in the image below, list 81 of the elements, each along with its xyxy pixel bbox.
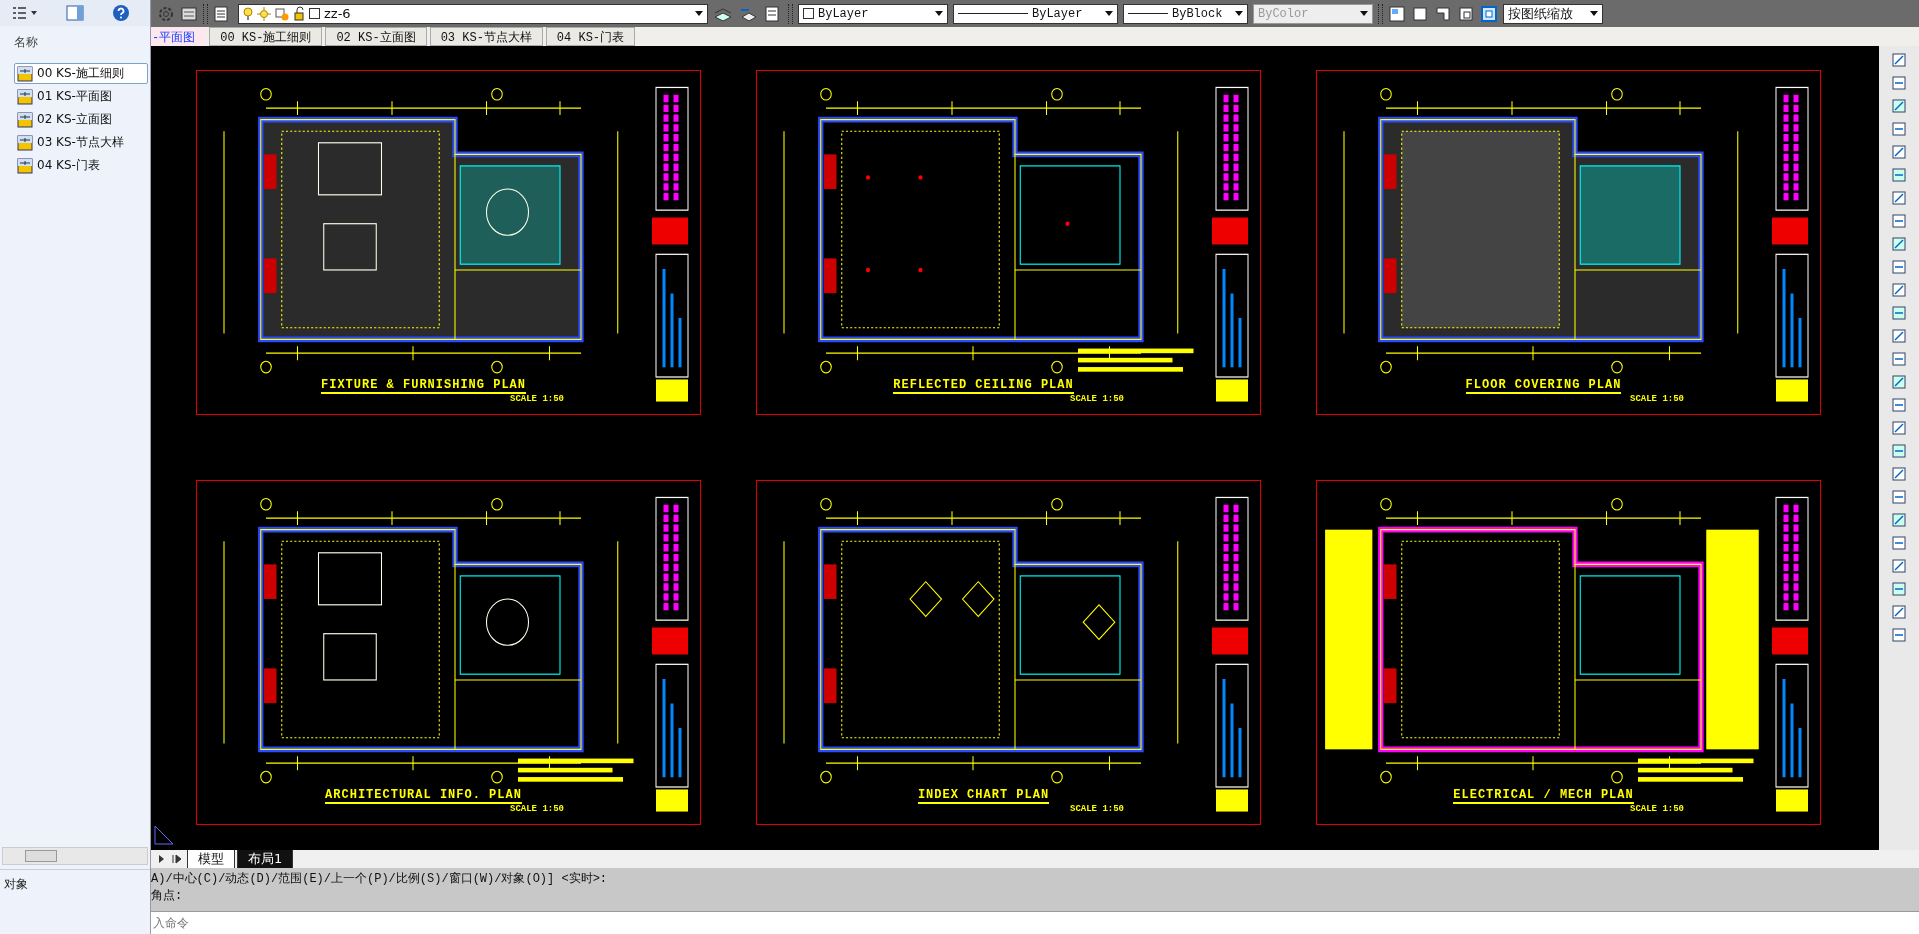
command-line-text: 角点: <box>151 888 184 904</box>
file-item[interactable]: 04 KS-门表 <box>14 155 148 176</box>
tool-icon[interactable] <box>1891 558 1907 574</box>
layer-dropdown[interactable]: zz-6 <box>238 3 708 24</box>
tool-icon[interactable] <box>1891 121 1907 137</box>
tool-icon[interactable] <box>1891 535 1907 551</box>
tool-icon[interactable] <box>1891 305 1907 321</box>
lightbulb-icon <box>243 5 253 22</box>
settings-icon[interactable] <box>157 4 175 23</box>
tool-icon[interactable] <box>1891 351 1907 367</box>
sheet-title: INDEX CHART PLAN <box>917 788 1050 804</box>
tool-icon[interactable] <box>1891 420 1907 436</box>
file-tab[interactable]: 00 KS-施工细则 <box>209 27 323 46</box>
drawing-file-icon <box>17 65 33 82</box>
tool-icon[interactable] <box>1891 236 1907 252</box>
tool-icon[interactable] <box>1891 259 1907 275</box>
sheet-title: FLOOR COVERING PLAN <box>1465 378 1622 394</box>
tool-icon[interactable] <box>1891 190 1907 206</box>
scale-label: SCALE 1:50 <box>1630 394 1684 404</box>
file-item[interactable]: 03 KS-节点大样 <box>14 132 148 153</box>
tool-icon[interactable] <box>1891 512 1907 528</box>
file-tab[interactable]: 03 KS-节点大样 <box>429 27 543 46</box>
lineweight-dropdown[interactable]: ByBlock <box>1123 3 1248 24</box>
scale-label: SCALE 1:50 <box>510 394 564 404</box>
panel-icon[interactable] <box>66 5 84 21</box>
horizontal-scrollbar[interactable] <box>2 847 148 865</box>
tool-icon[interactable] <box>1891 397 1907 413</box>
ucs-axis-icon <box>153 824 175 846</box>
file-item[interactable]: 00 KS-施工细则 <box>14 63 148 84</box>
drawing-file-icon <box>17 111 33 128</box>
tool-icon[interactable] <box>1891 466 1907 482</box>
clip-viewport-icon[interactable] <box>1457 4 1475 23</box>
sheet-title: ELECTRICAL / MECH PLAN <box>1453 788 1634 804</box>
tool-icon[interactable] <box>1891 374 1907 390</box>
command-line-text: A)/中心(C)/动态(D)/范围(E)/上一个(P)/比例(S)/窗口(W)/对象(O)] <实时>: <box>151 871 609 887</box>
sheet-title: REFLECTED CEILING PLAN <box>893 378 1074 394</box>
drawing-canvas[interactable]: FIXTURE & FURNISHING PLAN SCALE 1:50 REFLECTED CEILING PLAN SCALE 1:50 FLOOR COVERING PLAN SCALE 1:50 ARCHITECTURAL INFO. PLAN SCALE 1:50 INDEX CHART PLAN SCALE 1:50 ELECTRICAL / MECH PLAN SCALE 1:50 <box>151 46 1879 850</box>
scale-label: SCALE 1:50 <box>1630 804 1684 814</box>
help-icon[interactable] <box>112 4 130 22</box>
tool-icon[interactable] <box>1891 98 1907 114</box>
file-tab[interactable]: -平面图 <box>151 27 207 46</box>
scale-label: SCALE 1:50 <box>1070 804 1124 814</box>
layer-state-icon[interactable] <box>180 4 198 23</box>
layout-tab[interactable]: 模型 <box>187 849 235 869</box>
polygon-viewport-icon[interactable] <box>1434 4 1452 23</box>
file-item[interactable]: 01 KS-平面图 <box>14 86 148 107</box>
tool-icon[interactable] <box>1891 75 1907 91</box>
view-list-icon[interactable] <box>12 6 38 20</box>
command-input[interactable]: 入命令 <box>151 911 1919 934</box>
tool-icon[interactable] <box>1891 443 1907 459</box>
tool-icon[interactable] <box>1891 581 1907 597</box>
sun-icon <box>257 5 271 22</box>
tool-icon[interactable] <box>1891 328 1907 344</box>
file-item[interactable]: 02 KS-立面图 <box>14 109 148 130</box>
tool-icon[interactable] <box>1891 144 1907 160</box>
file-tab[interactable]: 04 KS-门表 <box>545 27 636 46</box>
tool-icon[interactable] <box>1891 282 1907 298</box>
linetype-dropdown[interactable]: ByLayer <box>953 3 1118 24</box>
column-header[interactable]: 名称 <box>0 26 150 59</box>
drawing-file-icon <box>17 157 33 174</box>
viewport-freeze-icon <box>275 5 289 22</box>
drawing-file-icon <box>17 134 33 151</box>
color-dropdown[interactable]: ByLayer <box>798 3 948 24</box>
drawing-file-icon <box>17 88 33 105</box>
layout-tab[interactable]: 布局1 <box>237 849 294 869</box>
sheet-title: FIXTURE & FURNISHING PLAN <box>321 378 526 394</box>
tool-icon[interactable] <box>1891 604 1907 620</box>
viewport-icon[interactable] <box>1388 4 1406 23</box>
tool-icon[interactable] <box>1891 167 1907 183</box>
tool-icon[interactable] <box>1891 213 1907 229</box>
tool-icon[interactable] <box>1891 52 1907 68</box>
scale-label: SCALE 1:50 <box>510 804 564 814</box>
padlock-icon <box>293 5 305 22</box>
frame-icon[interactable] <box>1480 4 1498 23</box>
tool-icon[interactable] <box>1891 489 1907 505</box>
viewport-scale-dropdown[interactable]: 按图纸缩放 <box>1503 3 1603 24</box>
tool-icon[interactable] <box>1891 627 1907 643</box>
scale-label: SCALE 1:50 <box>1070 394 1124 404</box>
file-tab[interactable]: 02 KS-立面图 <box>325 27 427 46</box>
square-icon[interactable] <box>1411 4 1429 23</box>
sheet-title: ARCHITECTURAL INFO. PLAN <box>325 788 522 804</box>
